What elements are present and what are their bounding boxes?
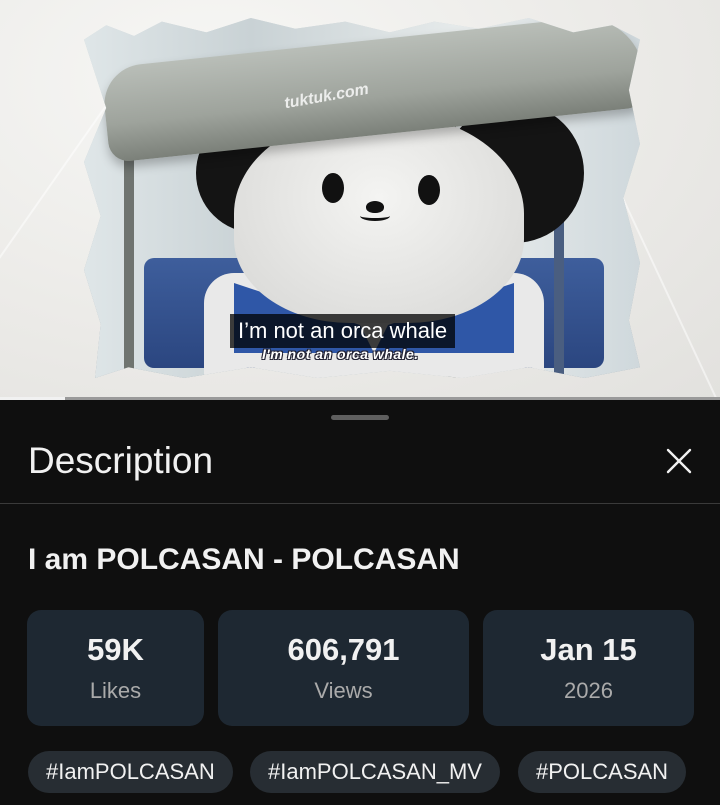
closed-caption: I’m not an orca whale <box>230 314 456 348</box>
description-panel: Description I am POLCASAN - POLCASAN 59K… <box>0 400 720 805</box>
likes-label: Likes <box>89 678 142 703</box>
tuktuk-pole <box>124 138 134 378</box>
video-player[interactable]: tuktuk.com I’m not an orca whale I'm not… <box>0 0 720 400</box>
hashtag-link[interactable]: #IamPOLCASAN <box>28 751 233 793</box>
mascot-mouth <box>360 211 390 221</box>
views-stat: 606,791 Views <box>218 610 469 726</box>
hashtag-link[interactable]: #POLCASAN <box>518 751 687 793</box>
burned-in-subtitle: I'm not an orca whale. <box>262 346 419 362</box>
hashtag-link[interactable]: #IamPOLCASAN_MV <box>250 751 500 793</box>
panel-title: Description <box>28 440 214 481</box>
likes-stat: 59K Likes <box>27 610 204 726</box>
date-stat: Jan 15 2026 <box>483 610 694 726</box>
mascot-eye <box>418 175 440 205</box>
mascot-eye <box>322 173 344 203</box>
close-icon <box>665 447 693 480</box>
publish-date: Jan 15 <box>540 632 637 667</box>
drag-handle[interactable] <box>331 415 389 420</box>
likes-count: 59K <box>87 632 144 667</box>
views-label: Views <box>314 678 373 703</box>
video-title: I am POLCASAN - POLCASAN <box>28 543 460 576</box>
publish-year: 2026 <box>564 678 613 703</box>
close-button[interactable] <box>656 440 702 486</box>
views-count: 606,791 <box>287 632 400 667</box>
header-divider <box>0 503 720 504</box>
